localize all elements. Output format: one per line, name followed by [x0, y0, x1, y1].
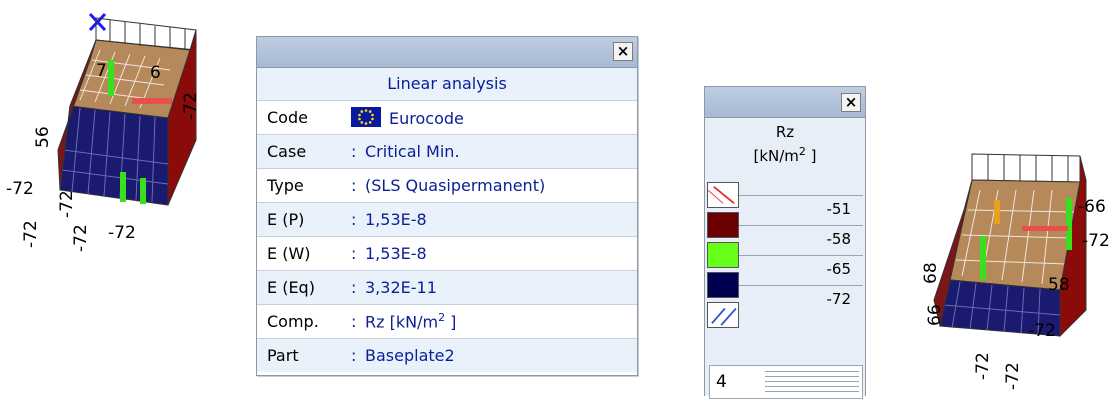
info-row-key: Code: [267, 108, 308, 127]
model-label: -72: [1003, 362, 1023, 390]
legend-swatch-below: [707, 302, 739, 328]
info-row-ep: E (P) : 1,53E-8: [257, 202, 637, 236]
info-row-case: Case : Critical Min.: [257, 134, 637, 168]
info-row-component: Comp. : Rz [kN/m2 ]: [257, 304, 637, 338]
model-label: 68: [921, 262, 941, 284]
info-rows: Code Eurocode Case: Critical Min. Type …: [257, 100, 637, 372]
axis-gizmo-icon: [88, 12, 107, 32]
legend-title: Rz [kN/m2 ]: [705, 123, 865, 166]
info-row-separator: :: [351, 346, 357, 365]
info-close-button[interactable]: ×: [613, 42, 633, 61]
legend-value: -51: [826, 200, 852, 218]
info-row-key: Part: [267, 346, 299, 365]
code-value: Eurocode: [389, 109, 464, 128]
legend-component: Rz: [775, 123, 795, 141]
model-label: 7: [96, 61, 107, 81]
info-row-separator: :: [351, 176, 357, 195]
legend-levels-input[interactable]: 4: [709, 365, 863, 399]
model-label: -66: [1078, 197, 1106, 217]
info-row-separator: :: [351, 312, 357, 331]
info-row-key: E (Eq): [267, 278, 315, 297]
legend-unit-exponent: 2: [798, 145, 806, 158]
legend-swatch-above: [707, 182, 739, 208]
model-green-marker: [120, 172, 126, 202]
info-row-value: 1,53E-8: [365, 244, 427, 263]
info-window-titlebar[interactable]: ×: [257, 37, 637, 68]
model-label: -72: [21, 220, 41, 248]
model-label: -72: [181, 92, 201, 120]
legend-value: -65: [826, 260, 852, 278]
info-row-code: Code Eurocode: [257, 100, 637, 134]
info-row-separator: :: [351, 278, 357, 297]
legend-divider: [739, 195, 863, 196]
legend-unit-end: ]: [805, 147, 817, 165]
legend-unit-main: [kN/m: [753, 147, 799, 165]
model-label: -72: [57, 190, 77, 218]
info-row-value: Baseplate2: [365, 346, 455, 365]
model-red-marker: [132, 98, 172, 104]
component-unit: Rz [kN/m: [365, 312, 439, 332]
model-label: -72: [1082, 231, 1110, 251]
model-label: 58: [1048, 275, 1070, 295]
model-red-marker: [1022, 226, 1068, 231]
info-row-value: 1,53E-8: [365, 210, 427, 229]
info-row-key: E (P): [267, 210, 305, 229]
color-legend-window[interactable]: × Rz [kN/m2 ] -51 -58 -65 -72 4: [704, 86, 866, 399]
info-row-key: Case: [267, 142, 307, 161]
legend-close-button[interactable]: ×: [841, 93, 861, 112]
legend-value: -72: [826, 290, 852, 308]
model-label: -72: [71, 224, 91, 252]
info-row-ew: E (W) : 1,53E-8: [257, 236, 637, 270]
levels-stepper[interactable]: [765, 371, 859, 396]
model-view-right[interactable]: -66 -72 -72 -72 -72 68 66 58: [910, 140, 1116, 396]
legend-divider: [739, 285, 863, 286]
levels-value: 4: [716, 372, 727, 392]
model-green-marker: [140, 178, 146, 204]
model-front-wall: [59, 105, 169, 206]
info-row-value: Rz [kN/m2 ]: [365, 311, 456, 331]
info-row-key: Type: [267, 176, 304, 195]
info-row-value: Eurocode: [351, 107, 464, 128]
info-row-type: Type : (SLS Quasipermanent): [257, 168, 637, 202]
info-row-key: Comp.: [267, 312, 319, 331]
legend-divider: [739, 255, 863, 256]
info-row-separator: :: [351, 244, 357, 263]
legend-divider: [739, 225, 863, 226]
legend-unit: [kN/m2 ]: [705, 142, 865, 166]
legend-swatch-navy: [707, 272, 739, 298]
info-row-value: (SLS Quasipermanent): [365, 176, 546, 195]
model-label: -72: [1028, 321, 1056, 341]
model-view-left[interactable]: -72 56 -72 -72 -72 -72 -72 7 6: [0, 0, 240, 260]
info-row-separator: :: [351, 142, 357, 161]
model-green-marker: [108, 60, 114, 96]
info-row-eeq: E (Eq) : 3,32E-11: [257, 270, 637, 304]
unit-exponent: 2: [438, 311, 446, 325]
model-label: -72: [973, 352, 993, 380]
model-label: -72: [6, 179, 34, 199]
legend-swatch-dark-red: [707, 212, 739, 238]
info-row-value: Critical Min.: [365, 142, 460, 161]
legend-swatch-green: [707, 242, 739, 268]
model-green-marker: [980, 236, 986, 280]
model-green-marker: [1066, 198, 1072, 250]
info-row-value: 3,32E-11: [365, 278, 437, 297]
component-unit-end: ]: [445, 312, 457, 332]
model-label: 6: [150, 63, 161, 83]
legend-window-titlebar[interactable]: ×: [705, 87, 865, 118]
model-label: 66: [925, 304, 945, 326]
eu-flag-icon: [351, 107, 381, 127]
analysis-heading: Linear analysis: [257, 68, 637, 100]
info-row-separator: :: [351, 210, 357, 229]
analysis-info-window[interactable]: × Linear analysis Code Eurocode Case: C…: [256, 36, 638, 376]
model-label: -72: [108, 223, 136, 243]
model-orange-marker: [994, 200, 1000, 224]
model-label: 56: [33, 126, 53, 148]
info-row-part: Part : Baseplate2: [257, 338, 637, 372]
legend-value: -58: [826, 230, 852, 248]
info-row-key: E (W): [267, 244, 311, 263]
